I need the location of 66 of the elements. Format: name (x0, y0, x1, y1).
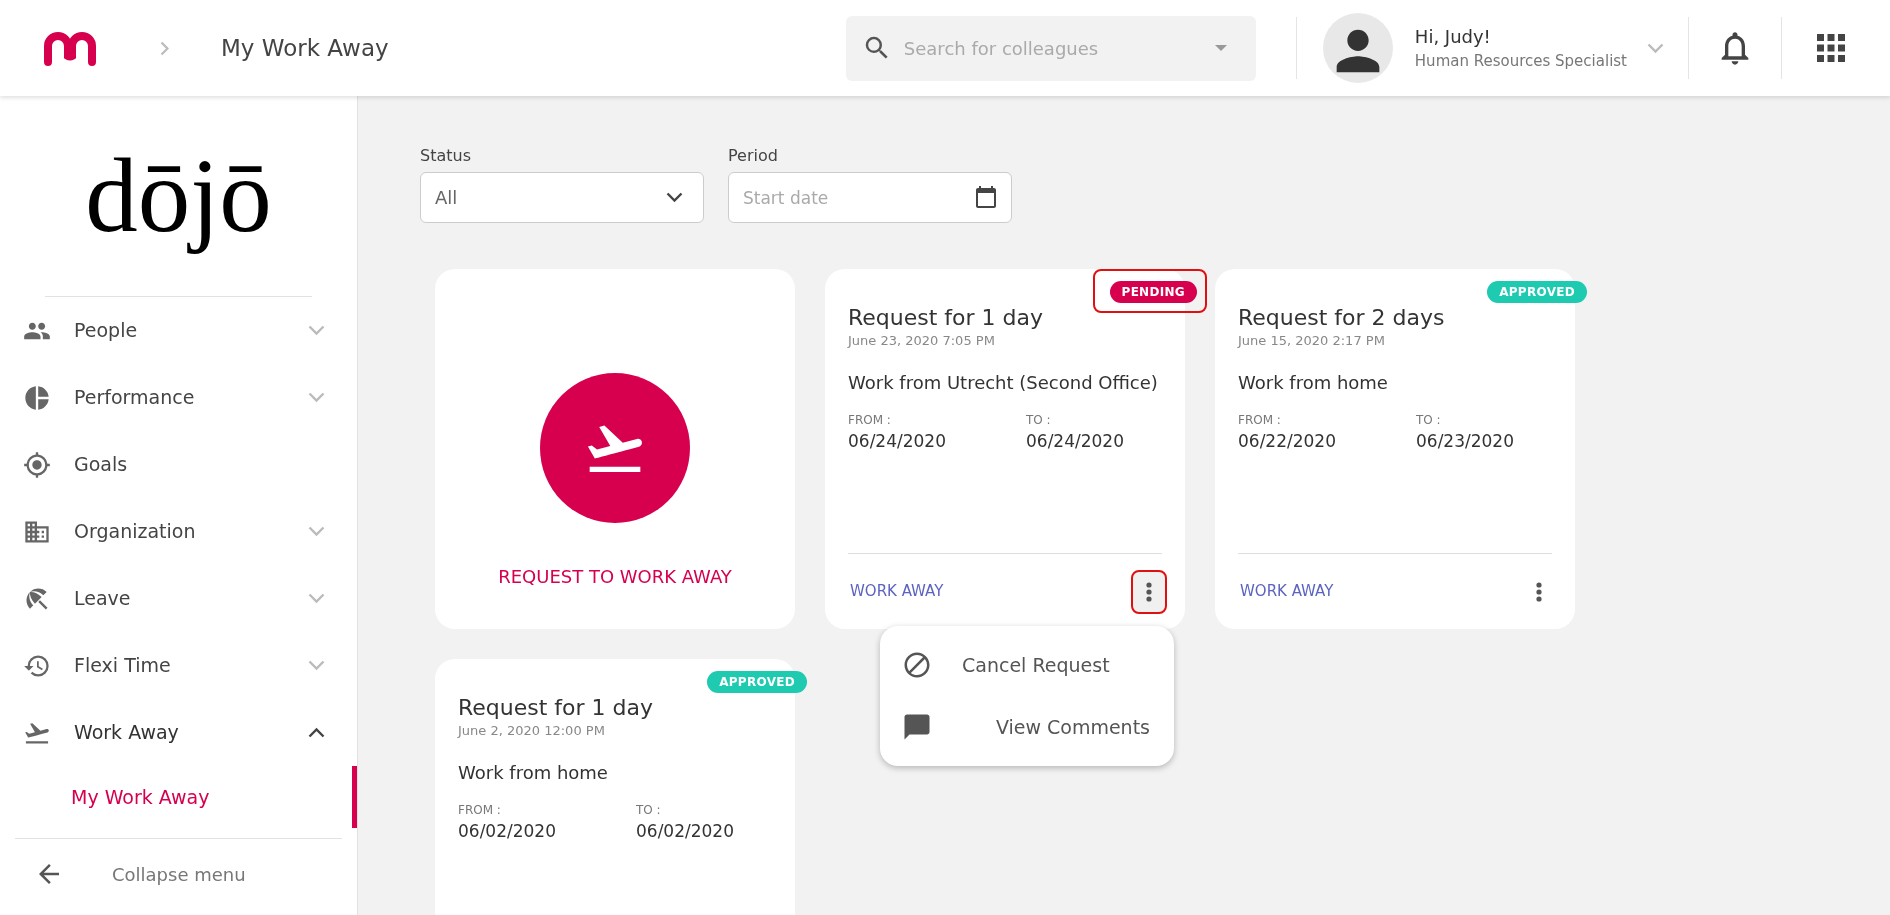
app-logo (42, 30, 98, 66)
nav-item[interactable]: Performance (0, 364, 357, 431)
more-dots-icon (1536, 581, 1542, 602)
work-away-link[interactable]: WORK AWAY (1238, 580, 1334, 603)
page-title: My Work Away (221, 33, 389, 63)
to-label: TO : (1416, 411, 1442, 429)
calendar-icon[interactable] (974, 185, 998, 209)
from-label: FROM : (1238, 411, 1282, 429)
start-date-field[interactable]: Start date (728, 172, 1012, 223)
nav-item[interactable]: Leave (0, 565, 357, 632)
chevron-down-icon (308, 526, 325, 537)
collapse-menu-button[interactable]: Collapse menu (0, 839, 357, 909)
chevron-down-icon (308, 660, 325, 671)
to-date: 06/23/2020 (1416, 429, 1514, 453)
from-label: FROM : (458, 801, 502, 819)
target-icon (23, 450, 51, 479)
menu-item[interactable]: View Comments (880, 696, 1174, 758)
to-label: TO : (1026, 411, 1052, 429)
chevron-down-icon (308, 392, 325, 403)
from-label: FROM : (848, 411, 892, 429)
request-description: Work from home (458, 760, 609, 785)
search-field[interactable]: Search for colleagues (845, 15, 1256, 81)
chevron-up-icon (308, 727, 325, 738)
status-badge: APPROVED (707, 671, 807, 693)
nav-item[interactable]: Goals (0, 431, 357, 498)
block-icon (902, 650, 932, 680)
to-date: 06/24/2020 (1026, 429, 1124, 453)
work-away-link[interactable]: WORK AWAY (848, 580, 944, 603)
status-select[interactable]: All (420, 172, 704, 223)
from-date: 06/02/2020 (458, 819, 557, 843)
nav-subitem[interactable]: My Work Away (0, 766, 357, 828)
request-title: Request for 2 days (1238, 305, 1446, 331)
chevron-down-icon (308, 325, 325, 336)
menu-item[interactable]: Cancel Request (880, 634, 1174, 696)
request-title: Request for 1 day (458, 695, 655, 721)
request-description: Work from Utrecht (Second Office) (848, 370, 1159, 395)
to-label: TO : (636, 801, 662, 819)
user-role: Human Resources Specialist (1414, 51, 1627, 73)
chevron-down-icon (666, 192, 683, 203)
nav-item[interactable]: People (0, 297, 357, 364)
status-badge: APPROVED (1487, 281, 1587, 303)
pie-chart-icon (23, 383, 51, 412)
status-badge: PENDING (1109, 281, 1197, 303)
chevron-right-icon (160, 40, 169, 56)
from-date: 06/24/2020 (848, 429, 947, 453)
nav-item[interactable]: Work Away (0, 699, 357, 766)
chevron-down-icon (308, 593, 325, 604)
more-dots-icon (1146, 581, 1152, 602)
request-description: Work from home (1238, 370, 1389, 395)
request-timestamp: June 23, 2020 7:05 PM (848, 332, 996, 350)
period-label: Period (728, 145, 779, 167)
status-label: Status (420, 145, 472, 167)
to-date: 06/02/2020 (636, 819, 734, 843)
comment-icon (902, 712, 932, 742)
request-title: Request for 1 day (848, 305, 1045, 331)
request-timestamp: June 15, 2020 2:17 PM (1238, 332, 1386, 350)
chevron-down-icon (1647, 42, 1664, 54)
nav-item[interactable]: Organization (0, 498, 357, 565)
request-work-away-card[interactable]: REQUEST TO WORK AWAY (435, 269, 795, 629)
dojo-logo: dōjō (85, 136, 272, 257)
nav-item[interactable]: Flexi Time (0, 632, 357, 699)
request-timestamp: June 2, 2020 12:00 PM (458, 722, 606, 740)
dropdown-icon (1214, 44, 1227, 51)
more-options-button[interactable] (1131, 569, 1167, 614)
from-date: 06/22/2020 (1238, 429, 1337, 453)
user-greeting: Hi, Judy! (1414, 25, 1492, 50)
